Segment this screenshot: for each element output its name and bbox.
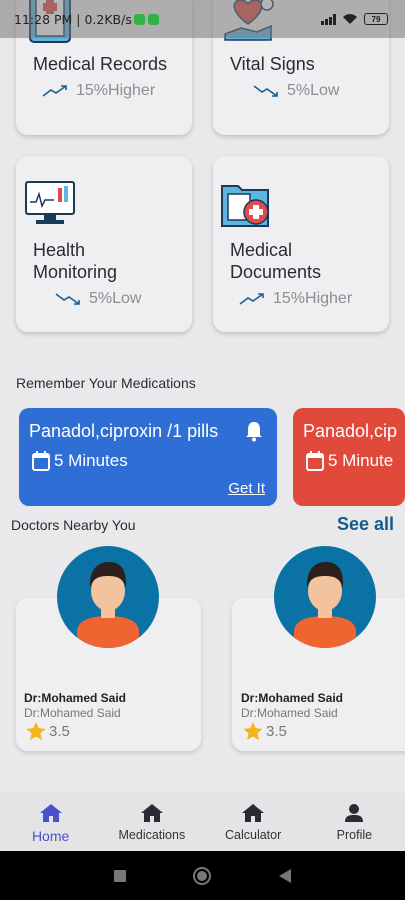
- calendar-icon: [32, 451, 50, 471]
- doctor-name: Dr:Mohamed Said: [241, 691, 344, 705]
- medications-section-title: Remember Your Medications: [16, 375, 196, 391]
- whatsapp-icon: [134, 14, 145, 25]
- trend: 5%Low: [253, 82, 339, 100]
- doctor-subtitle: Dr:Mohamed Said: [241, 706, 338, 720]
- wifi-icon: [343, 14, 357, 24]
- card-title: Medical Records: [33, 54, 168, 74]
- person-avatar-icon: [77, 562, 139, 648]
- star-icon: [26, 722, 46, 740]
- star-icon: [243, 722, 263, 740]
- calendar-icon: [306, 451, 324, 471]
- trend: 15%Higher: [239, 290, 352, 308]
- system-nav-bar: [0, 851, 405, 900]
- card-title: Vital Signs: [230, 54, 315, 74]
- bottom-nav: Home Medications Calculator Profile: [0, 793, 405, 851]
- home-icon: [140, 804, 163, 822]
- trend: 5%Low: [55, 290, 141, 308]
- medication-name: Panadol,ciproxin /1 pills: [29, 421, 219, 441]
- doctors-section-title: Doctors Nearby You: [11, 517, 136, 533]
- card-medical-documents[interactable]: Medical Documents 15%Higher: [213, 156, 389, 332]
- nav-profile[interactable]: Profile: [304, 793, 405, 851]
- signal-icon: [321, 13, 336, 25]
- card-title-line2: Monitoring: [33, 262, 118, 282]
- trend: 15%Higher: [42, 82, 155, 100]
- card-title-line1: Medical: [230, 240, 293, 260]
- status-icons: 79: [321, 13, 388, 25]
- medication-time: 5 Minutes: [32, 451, 128, 471]
- recents-icon[interactable]: [113, 869, 126, 882]
- home-circle-icon[interactable]: [193, 866, 212, 885]
- doctor-rating: 3.5: [26, 722, 70, 741]
- trend-down-icon: [55, 293, 80, 305]
- medication-name: Panadol,cip: [303, 421, 398, 441]
- see-all-link[interactable]: See all: [337, 514, 394, 535]
- status-bar: 11:28 PM | 0.2KB/s 79: [0, 0, 405, 38]
- trend-up-icon: [42, 85, 67, 97]
- nav-calculator[interactable]: Calculator: [203, 793, 304, 851]
- nav-medications[interactable]: Medications: [101, 793, 202, 851]
- bell-icon[interactable]: [244, 420, 264, 442]
- trend-up-icon: [239, 293, 264, 305]
- chat-icon: [148, 14, 159, 25]
- get-it-link[interactable]: Get It: [228, 480, 265, 497]
- battery-icon: 79: [364, 13, 388, 25]
- trend-down-icon: [253, 85, 278, 97]
- medication-card[interactable]: Panadol,cip 5 Minute: [293, 408, 405, 506]
- home-icon: [242, 804, 265, 822]
- avatar: [57, 546, 159, 648]
- back-icon[interactable]: [279, 868, 292, 883]
- medication-card[interactable]: Panadol,ciproxin /1 pills 5 Minutes Get …: [19, 408, 277, 506]
- person-avatar-icon: [294, 562, 356, 648]
- card-title-line1: Health: [33, 240, 86, 260]
- doctor-subtitle: Dr:Mohamed Said: [24, 706, 121, 720]
- doctor-name: Dr:Mohamed Said: [24, 691, 127, 705]
- avatar: [274, 546, 376, 648]
- medication-time: 5 Minute: [306, 451, 393, 471]
- card-health-monitoring[interactable]: Health Monitoring 5%Low: [16, 156, 192, 332]
- card-title-line2: Documents: [230, 262, 322, 282]
- nav-home[interactable]: Home: [0, 793, 101, 851]
- doctor-rating: 3.5: [243, 722, 287, 741]
- home-icon: [39, 804, 62, 822]
- folder-medical-icon: [221, 185, 269, 227]
- profile-icon: [345, 804, 364, 822]
- monitor-icon: [25, 181, 75, 224]
